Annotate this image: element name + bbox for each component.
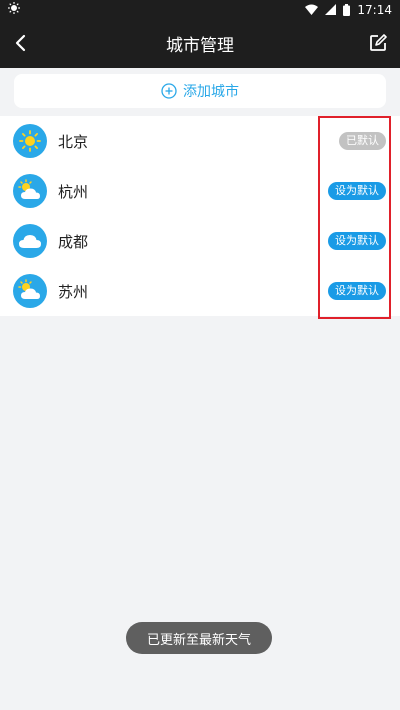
city-name: 成都: [58, 232, 89, 251]
city-name: 杭州: [58, 182, 89, 201]
city-name: 北京: [58, 132, 89, 151]
add-city-label: 添加城市: [183, 84, 239, 100]
wifi-icon: [305, 4, 319, 15]
city-row-hangzhou[interactable]: 杭州 设为默认: [0, 166, 400, 216]
back-button[interactable]: [10, 32, 32, 54]
edit-button[interactable]: [368, 33, 388, 53]
signal-icon: [325, 4, 337, 15]
chevron-left-icon: [15, 34, 26, 52]
add-city-button[interactable]: 添加城市: [14, 74, 386, 108]
edit-icon: [370, 34, 387, 51]
city-row-suzhou[interactable]: 苏州 设为默认: [0, 266, 400, 316]
set-default-button[interactable]: 设为默认: [328, 182, 386, 200]
city-list: 北京 已默认 杭州 设为默认 成都 设为默认 苏州 设为默认: [0, 116, 400, 316]
toast-message: 已更新至最新天气: [126, 622, 272, 654]
city-row-chengdu[interactable]: 成都 设为默认: [0, 216, 400, 266]
city-name: 苏州: [58, 282, 89, 301]
partly-cloudy-icon: [13, 174, 47, 208]
brightness-icon: [8, 2, 20, 17]
plus-circle-icon: [161, 83, 177, 99]
default-status-badge: 已默认: [339, 132, 386, 150]
battery-icon: [343, 3, 351, 16]
status-bar: 17:14: [0, 0, 400, 19]
partly-cloudy-icon: [13, 274, 47, 308]
cloudy-icon: [13, 224, 47, 258]
set-default-button[interactable]: 设为默认: [328, 232, 386, 250]
page-title: 城市管理: [166, 36, 234, 56]
city-row-beijing[interactable]: 北京 已默认: [0, 116, 400, 166]
set-default-button[interactable]: 设为默认: [328, 282, 386, 300]
sunny-icon: [13, 124, 47, 158]
app-bar: 城市管理: [0, 19, 400, 68]
status-time: 17:14: [357, 2, 392, 17]
